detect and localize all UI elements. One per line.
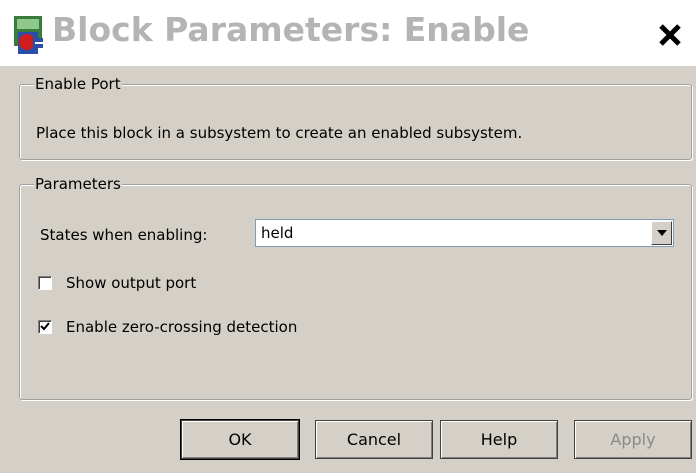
simulink-block-icon xyxy=(13,14,47,54)
show-output-port-checkbox[interactable] xyxy=(38,276,52,290)
close-icon[interactable] xyxy=(652,16,688,54)
parameters-group xyxy=(19,184,692,400)
apply-button[interactable]: Apply xyxy=(574,420,692,459)
window-title: Block Parameters: Enable xyxy=(52,10,530,49)
enable-port-group xyxy=(19,84,692,160)
parameters-legend: Parameters xyxy=(34,175,122,193)
ok-button[interactable]: OK xyxy=(180,419,300,460)
zero-crossing-label[interactable]: Enable zero-crossing detection xyxy=(66,318,297,336)
title-bar[interactable]: Block Parameters: Enable xyxy=(0,0,696,66)
zero-crossing-checkbox[interactable] xyxy=(38,320,52,334)
enable-port-legend: Enable Port xyxy=(34,75,122,93)
states-when-enabling-value: held xyxy=(261,224,294,242)
help-button[interactable]: Help xyxy=(440,420,558,459)
enable-port-description: Place this block in a subsystem to creat… xyxy=(36,124,523,142)
states-when-enabling-dropdown[interactable]: held xyxy=(255,219,674,247)
checkmark-icon xyxy=(40,322,50,331)
cancel-button[interactable]: Cancel xyxy=(315,420,433,459)
chevron-down-icon[interactable] xyxy=(651,221,672,245)
states-when-enabling-label: States when enabling: xyxy=(40,226,208,244)
show-output-port-label[interactable]: Show output port xyxy=(66,274,196,292)
